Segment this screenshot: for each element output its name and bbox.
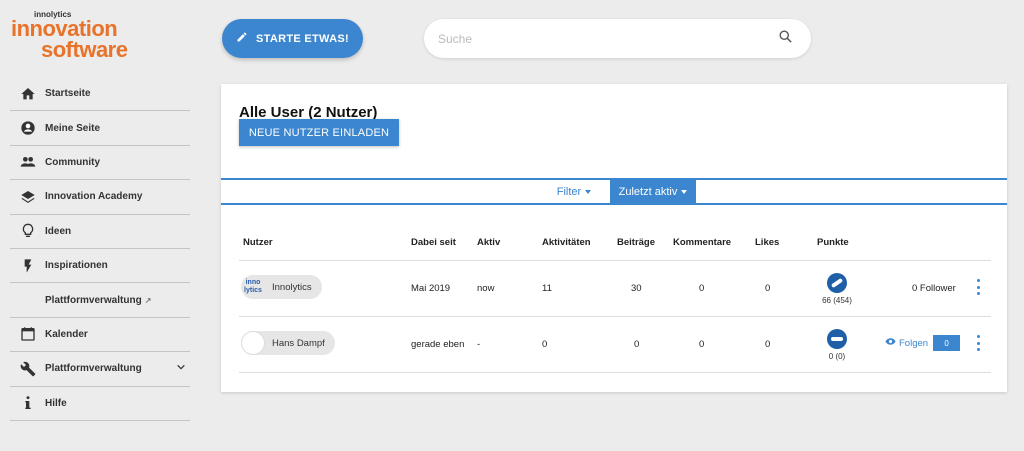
- sort-label: Zuletzt aktiv: [618, 185, 678, 198]
- posts-count: 0: [634, 339, 640, 350]
- caret-down-icon: [681, 189, 688, 194]
- sidebar-item-innovation-academy[interactable]: Innovation Academy: [10, 180, 190, 215]
- table-row: inno lytics Innolytics Mai 2019 now 11 30…: [239, 261, 991, 317]
- eye-icon: [885, 336, 896, 350]
- info-icon: [10, 395, 45, 411]
- sidebar-item-label: Plattformverwaltung: [45, 363, 142, 375]
- column-header: Likes: [755, 237, 780, 248]
- invite-users-button[interactable]: NEUE NUTZER EINLADEN: [239, 119, 399, 146]
- logo-line-2: software: [41, 37, 128, 62]
- points-value: 66 (454): [822, 296, 852, 305]
- column-header: Dabei seit: [411, 237, 456, 248]
- more-options-icon[interactable]: [975, 335, 981, 351]
- follow-label: Folgen: [899, 337, 929, 349]
- user-name: Innolytics: [272, 281, 312, 293]
- chevron-down-icon: [176, 362, 186, 375]
- joined-date: Mai 2019: [411, 283, 451, 294]
- sidebar-item-label: Plattformverwaltung: [45, 294, 142, 306]
- search-icon[interactable]: [778, 29, 793, 49]
- layers-icon: [10, 189, 45, 205]
- filter-label: Filter: [556, 185, 582, 198]
- sidebar-nav: Startseite Meine Seite Community Innovat…: [10, 77, 190, 421]
- people-icon: [10, 154, 45, 170]
- column-header: Aktiv: [477, 237, 501, 248]
- lightbulb-icon: [10, 223, 45, 239]
- search-input[interactable]: [438, 31, 778, 46]
- search-bar: [424, 19, 811, 58]
- filter-bar: Filter Zuletzt aktiv: [221, 178, 1007, 205]
- account-icon: [10, 120, 45, 136]
- likes-count: 0: [765, 339, 771, 350]
- active-status: now: [477, 283, 495, 294]
- avatar: [241, 331, 265, 355]
- activities-count: 0: [542, 339, 548, 350]
- column-header: Aktivitäten: [542, 237, 591, 248]
- sort-dropdown[interactable]: Zuletzt aktiv: [610, 180, 696, 203]
- column-header: Beiträge: [617, 237, 656, 248]
- follow-count-badge: 0: [933, 335, 961, 351]
- sidebar-item-plattformverwaltung[interactable]: Plattformverwaltung: [10, 352, 190, 387]
- sidebar-item-hilfe[interactable]: Hilfe: [10, 387, 190, 421]
- likes-count: 0: [765, 283, 771, 294]
- column-header: Punkte: [817, 237, 849, 248]
- active-status: -: [477, 339, 481, 350]
- follow-button[interactable]: Folgen 0: [885, 335, 961, 351]
- user-name: Hans Dampf: [272, 337, 325, 349]
- filter-dropdown[interactable]: Filter: [542, 180, 606, 203]
- sidebar-item-kalender[interactable]: Kalender: [10, 318, 190, 353]
- users-table: Nutzer Dabei seit Aktiv Aktivitäten Beit…: [239, 232, 991, 373]
- pencil-icon: [236, 31, 248, 46]
- sidebar-item-ideen[interactable]: Ideen: [10, 215, 190, 249]
- caret-down-icon: [585, 189, 592, 194]
- table-row: Hans Dampf gerade eben - 0 0 0 0 0 (0) F…: [239, 317, 991, 373]
- bolt-icon: [10, 258, 45, 274]
- calendar-icon: [10, 326, 45, 342]
- activities-count: 11: [542, 283, 552, 294]
- user-chip[interactable]: Hans Dampf: [241, 331, 335, 355]
- home-icon: [10, 86, 45, 102]
- wrench-icon: [10, 361, 45, 377]
- joined-date: gerade eben: [411, 339, 465, 350]
- start-button-label: STARTE ETWAS!: [256, 32, 349, 45]
- column-header: Nutzer: [243, 237, 273, 248]
- sidebar-item-meine-seite[interactable]: Meine Seite: [10, 111, 190, 146]
- users-card: Alle User (2 Nutzer) NEUE NUTZER EINLADE…: [221, 84, 1007, 392]
- sidebar-item-label: Hilfe: [45, 397, 67, 409]
- rank-badge-icon: [827, 329, 847, 349]
- points-cell: 0 (0): [817, 329, 857, 361]
- posts-count: 30: [631, 283, 642, 294]
- points-cell: 66 (454): [817, 273, 857, 305]
- start-button[interactable]: STARTE ETWAS!: [222, 19, 363, 58]
- sidebar-item-label: Inspirationen: [45, 260, 108, 272]
- sidebar-item-plattformverwaltung-link[interactable]: Plattformverwaltung ↗: [10, 283, 190, 318]
- external-link-icon: ↗: [144, 295, 152, 305]
- sidebar-item-label: Kalender: [45, 328, 88, 340]
- sidebar-item-label: Startseite: [45, 88, 91, 100]
- avatar: inno lytics: [244, 279, 262, 294]
- sidebar-item-label: Community: [45, 156, 100, 168]
- sidebar-item-community[interactable]: Community: [10, 146, 190, 181]
- followers-count: 0 Follower: [912, 283, 956, 294]
- sidebar-item-startseite[interactable]: Startseite: [10, 77, 190, 112]
- table-header: Nutzer Dabei seit Aktiv Aktivitäten Beit…: [239, 232, 991, 261]
- user-chip[interactable]: inno lytics Innolytics: [241, 275, 322, 299]
- more-options-icon[interactable]: [975, 279, 981, 295]
- app-logo[interactable]: innolytics innovation software: [10, 10, 140, 62]
- sidebar-item-label: Innovation Academy: [45, 191, 143, 203]
- column-header: Kommentare: [673, 237, 732, 248]
- sidebar-item-label: Ideen: [45, 225, 72, 237]
- sidebar-item-inspirationen[interactable]: Inspirationen: [10, 249, 190, 284]
- sidebar-item-label: Meine Seite: [45, 122, 101, 134]
- comments-count: 0: [699, 283, 705, 294]
- points-value: 0 (0): [828, 352, 846, 361]
- rank-badge-icon: [827, 273, 847, 293]
- comments-count: 0: [699, 339, 705, 350]
